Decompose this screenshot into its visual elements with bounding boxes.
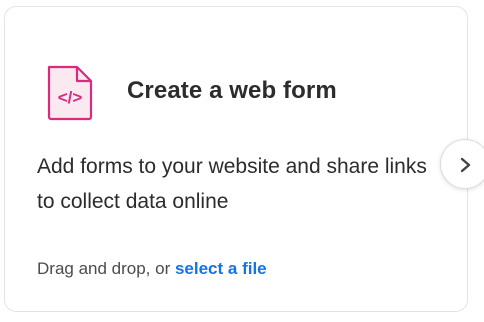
card-description: Add forms to your website and share link… [37,155,427,213]
page: </> Create a web form Add forms to your … [0,0,484,322]
drop-hint-text: Drag and drop, or [37,259,175,278]
drop-hint: Drag and drop, or select a file [37,259,267,279]
select-file-link[interactable]: select a file [175,259,267,278]
chevron-right-icon [460,157,471,173]
code-glyph: </> [58,88,83,107]
card-title: Create a web form [127,77,337,104]
next-button[interactable] [440,139,484,189]
web-form-file-icon: </> [47,65,93,121]
create-web-form-card[interactable]: </> Create a web form Add forms to your … [4,6,468,312]
